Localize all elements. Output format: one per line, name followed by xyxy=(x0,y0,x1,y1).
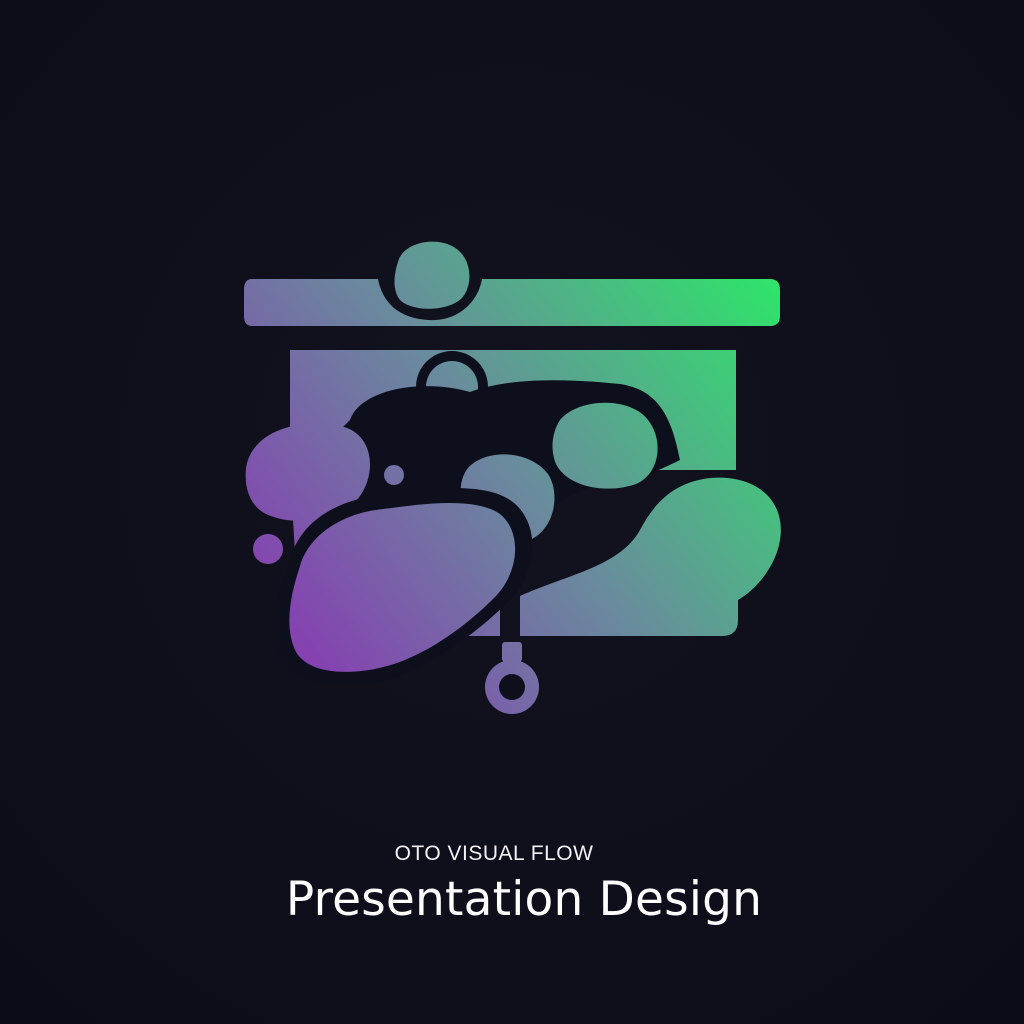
pull-ring-hole xyxy=(499,674,525,700)
projector-screen-logo-icon xyxy=(244,241,781,714)
dot-small-center xyxy=(384,465,404,485)
top-knob-shape xyxy=(394,241,470,309)
brand-tagline: OTO VISUAL FLOW xyxy=(394,842,594,865)
pull-stem xyxy=(502,642,522,662)
green-blob-upper xyxy=(552,402,658,489)
brand-canvas: OTO VISUAL FLOW Presentation Design xyxy=(0,0,1024,1024)
brand-headline: Presentation Design xyxy=(285,872,763,927)
dot-small-left xyxy=(253,534,283,564)
roller-bar xyxy=(244,279,780,326)
